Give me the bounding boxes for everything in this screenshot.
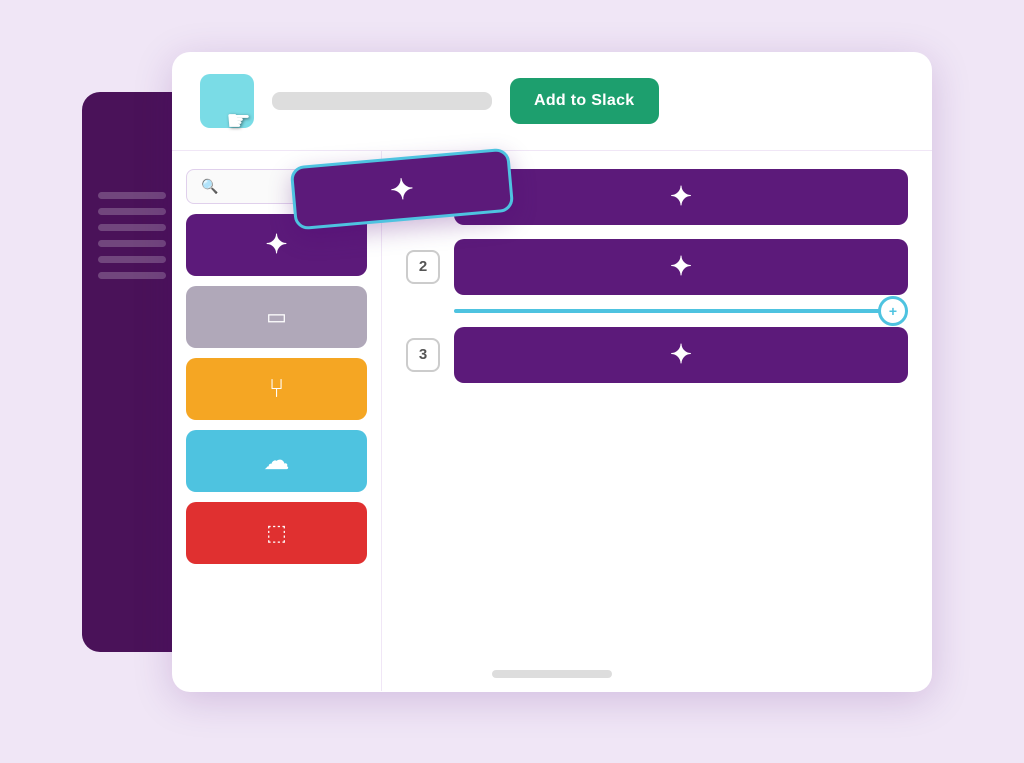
header: Add to Slack [172, 52, 932, 151]
nav-line [98, 256, 166, 263]
app-item-git[interactable]: ⑂ [186, 358, 367, 420]
row-2: 2 ✦ [406, 239, 908, 295]
title-bar [272, 92, 492, 110]
nav-line [98, 272, 166, 279]
nav-line [98, 208, 166, 215]
search-icon: 🔍 [201, 178, 218, 195]
slack-icon-row1: ✦ [670, 181, 692, 212]
main-card: Add to Slack 🔍 ✦ ▭ ⑂ ☁ [172, 52, 932, 692]
slider-row: + [406, 309, 908, 313]
plus-icon: + [889, 303, 897, 319]
content-area: 🔍 ✦ ▭ ⑂ ☁ ⬚ [172, 151, 932, 691]
sidebar-nav-lines [98, 192, 166, 279]
scene: Add to Slack 🔍 ✦ ▭ ⑂ ☁ [82, 52, 942, 712]
purple-block-1[interactable]: ✦ [454, 169, 908, 225]
git-icon: ⑂ [269, 373, 285, 404]
slack-icon-row2: ✦ [670, 251, 692, 282]
cloud-icon: ☁ [264, 445, 290, 476]
app-item-browser[interactable]: ▭ [186, 286, 367, 348]
nav-line [98, 192, 166, 199]
row-number-2: 2 [406, 250, 440, 284]
nav-line [98, 240, 166, 247]
row-number-3: 3 [406, 338, 440, 372]
nav-line [98, 224, 166, 231]
slack-icon-row3: ✦ [670, 339, 692, 370]
browser-icon: ▭ [266, 304, 287, 330]
scroll-bar[interactable] [492, 670, 612, 678]
left-panel: 🔍 ✦ ▭ ⑂ ☁ ⬚ [172, 151, 382, 691]
app-item-screen[interactable]: ⬚ [186, 502, 367, 564]
dragged-card-icon: ✦ [389, 171, 415, 206]
slack-hash-icon: ✦ [266, 229, 288, 260]
slider-thumb[interactable]: + [878, 296, 908, 326]
app-item-cloud[interactable]: ☁ [186, 430, 367, 492]
slider-track[interactable]: + [454, 309, 908, 313]
screen-icon: ⬚ [266, 520, 287, 546]
purple-block-3[interactable]: ✦ [454, 327, 908, 383]
cursor-hand-icon: ☛ [226, 104, 251, 137]
purple-block-2[interactable]: ✦ [454, 239, 908, 295]
add-to-slack-button[interactable]: Add to Slack [510, 78, 659, 124]
right-panel: 1 ✦ 2 ✦ [382, 151, 932, 691]
row-3: 3 ✦ [406, 327, 908, 383]
